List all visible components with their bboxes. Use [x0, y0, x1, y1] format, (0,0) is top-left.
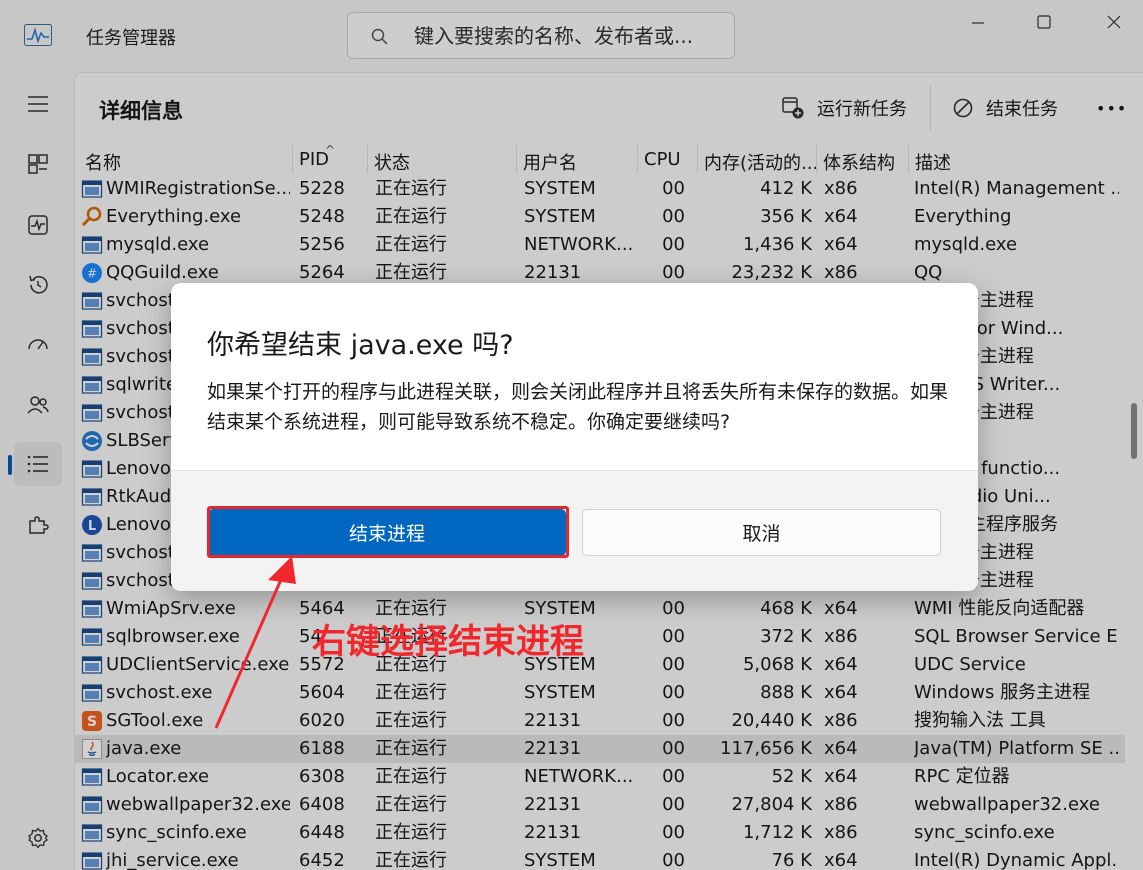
cancel-button[interactable]: 取消: [582, 509, 941, 556]
red-highlight-box: [207, 506, 569, 558]
dialog-title: 你希望结束 java.exe 吗?: [207, 330, 514, 361]
dialog-message: 如果某个打开的程序与此进程关联，则会关闭此程序并且将丢失所有未保存的数据。如果结…: [207, 381, 949, 433]
end-process-dialog: 你希望结束 java.exe 吗? 如果某个打开的程序与此进程关联，则会关闭此程…: [171, 283, 978, 591]
dialog-footer: 结束进程 取消: [171, 470, 978, 591]
annotation-label: 右键选择结束进程: [312, 622, 584, 662]
